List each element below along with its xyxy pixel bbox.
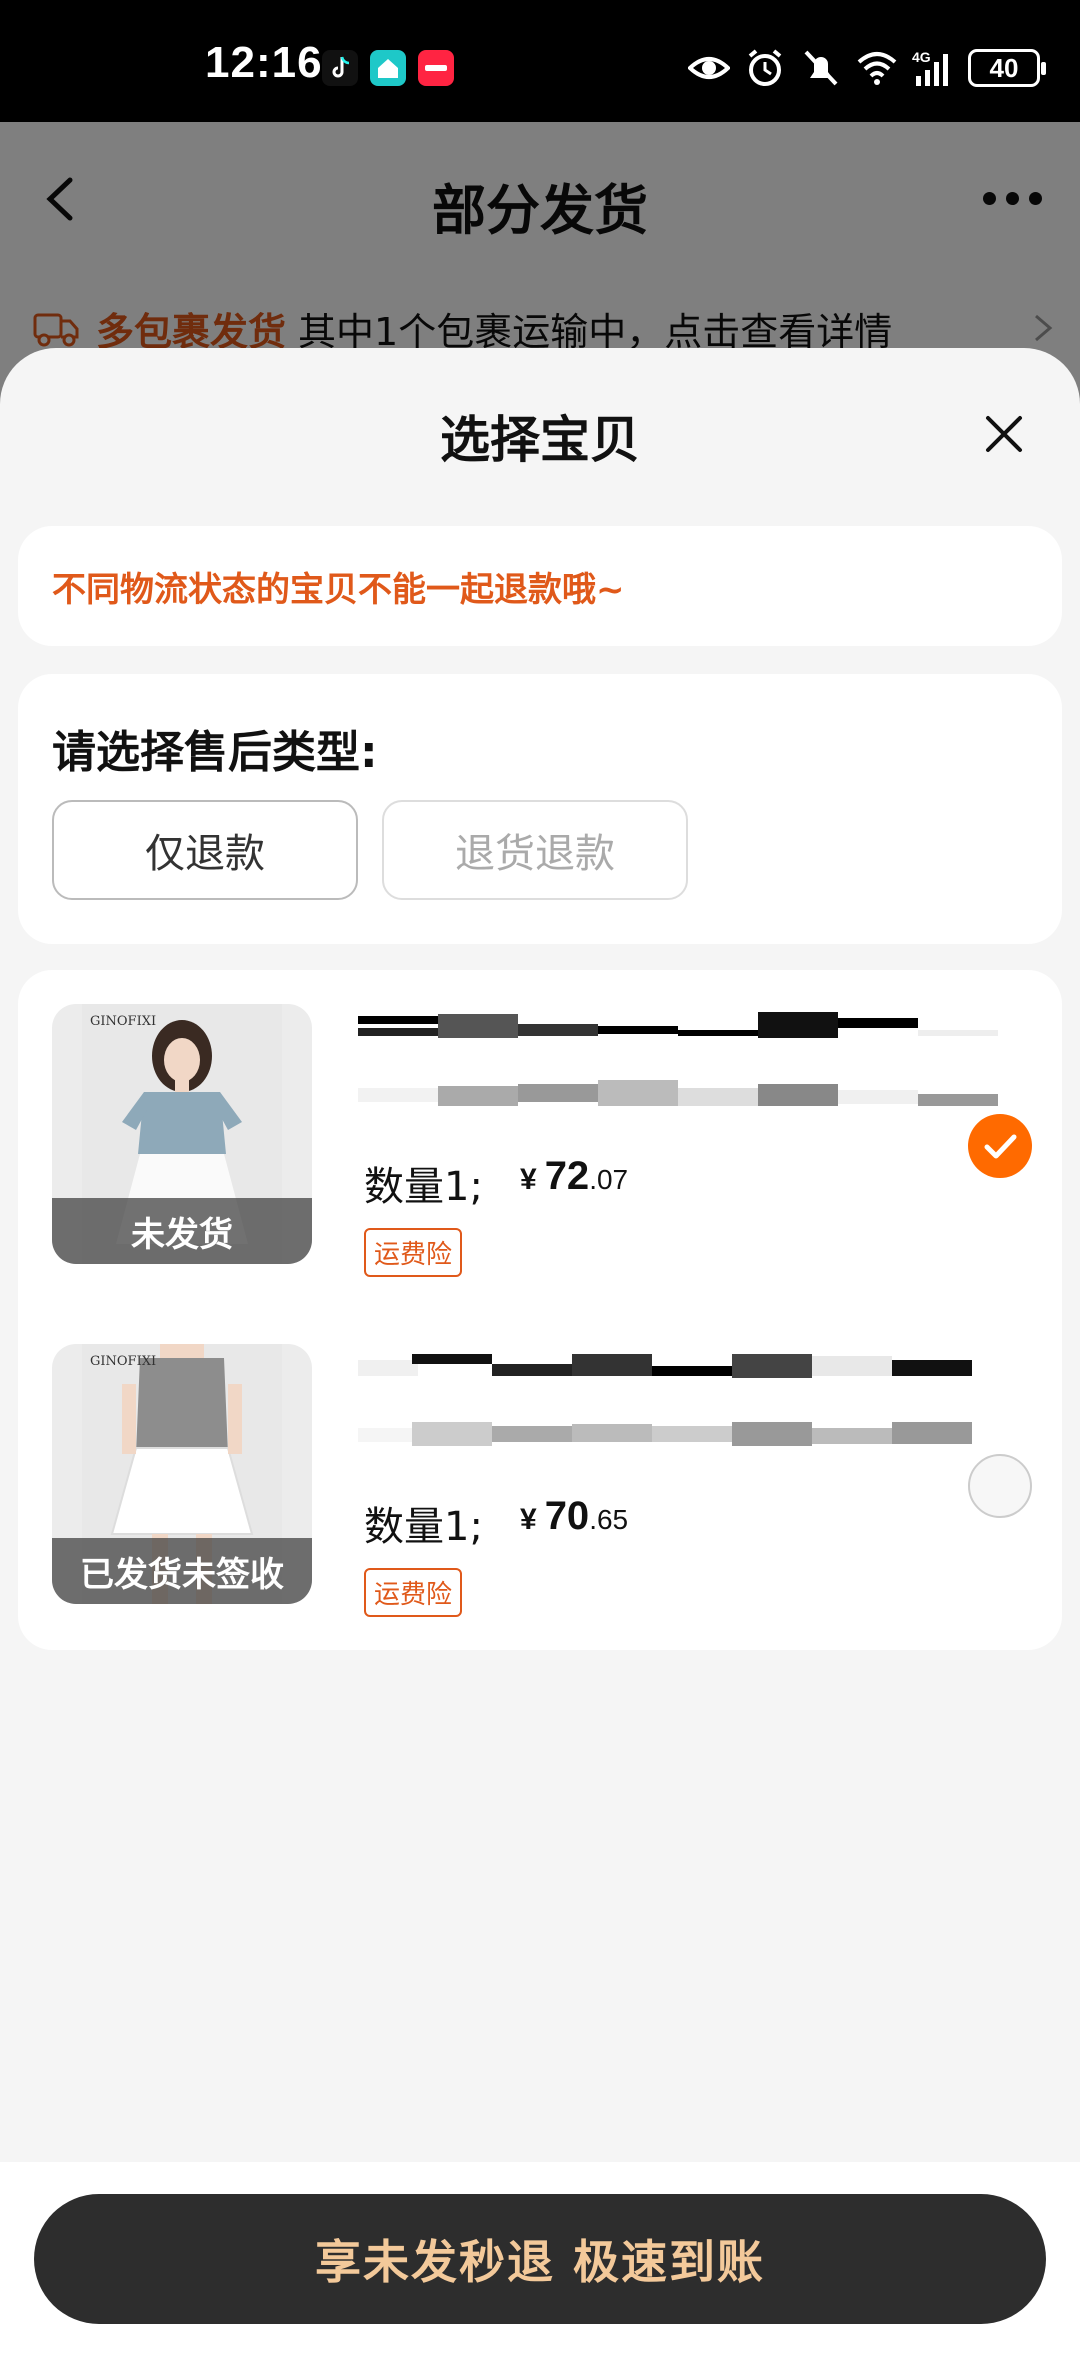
warning-text: 不同物流状态的宝贝不能一起退款哦~ <box>52 570 625 610</box>
price: ¥72.07 <box>520 1154 628 1199</box>
signal-4g-icon: 4G <box>912 49 948 86</box>
confirm-refund-button[interactable]: 享未发秒退 极速到账 <box>34 2194 1046 2324</box>
shipping-status-label: 已发货未签收 <box>52 1538 312 1604</box>
svg-text:4G: 4G <box>912 49 931 65</box>
select-item-sheet: 选择宝贝 不同物流状态的宝贝不能一起退款哦~ 请选择售后类型: 仅退款 退货退款 <box>0 348 1080 2376</box>
product-image: GINOFIXI 未发货 <box>52 1004 312 1264</box>
refund-only-button[interactable]: 仅退款 <box>52 800 358 900</box>
price: ¥70.65 <box>520 1494 628 1539</box>
shipping-status-label: 未发货 <box>52 1198 312 1264</box>
price-decimal: .65 <box>589 1504 629 1535</box>
brand-logo: GINOFIXI <box>90 1354 157 1369</box>
checkmark-icon <box>984 1134 1017 1159</box>
price-integer: 72 <box>544 1154 590 1198</box>
price-integer: 70 <box>544 1494 590 1538</box>
eye-icon <box>688 57 730 79</box>
brand-logo: GINOFIXI <box>90 1014 157 1029</box>
product-subtitle-blurred <box>358 1080 998 1106</box>
product-image: GINOFIXI 已发货未签收 <box>52 1344 312 1604</box>
items-card: GINOFIXI 未发货 数量1; ¥72.07 运费险 GINOFIXI 已发… <box>18 970 1062 1650</box>
warning-card: 不同物流状态的宝贝不能一起退款哦~ <box>18 526 1062 646</box>
app-icon <box>370 50 406 86</box>
quantity-label: 数量1; <box>364 1164 483 1210</box>
product-subtitle-blurred <box>358 1422 972 1446</box>
product-title-blurred <box>358 1012 998 1038</box>
currency-symbol: ¥ <box>520 1503 537 1536</box>
sheet-title: 选择宝贝 <box>440 411 640 469</box>
close-icon[interactable] <box>982 412 1026 456</box>
product-title-blurred <box>358 1354 972 1378</box>
shipping-insurance-tag: 运费险 <box>364 1228 463 1277</box>
list-item[interactable]: GINOFIXI 未发货 数量1; ¥72.07 运费险 <box>52 1004 1032 1277</box>
return-refund-button[interactable]: 退货退款 <box>382 800 688 900</box>
aftersale-type-card: 请选择售后类型: 仅退款 退货退款 <box>18 674 1062 944</box>
battery-level: 40 <box>989 52 1019 83</box>
status-bar: 12:16 4G 40 <box>0 0 1080 122</box>
currency-symbol: ¥ <box>520 1163 537 1196</box>
quantity-label: 数量1; <box>364 1504 483 1550</box>
mute-icon <box>804 50 838 86</box>
xiaohongshu-icon <box>418 50 454 86</box>
list-item[interactable]: GINOFIXI 已发货未签收 数量1; ¥70.65 运费险 <box>52 1344 1032 1617</box>
item-checkbox-unchecked[interactable] <box>968 1454 1032 1518</box>
alarm-icon <box>748 49 782 86</box>
status-time: 12:16 <box>205 38 323 87</box>
tiktok-icon <box>322 50 358 86</box>
wifi-icon <box>857 52 897 85</box>
battery-icon: 40 <box>968 49 1046 87</box>
bottom-bar: 享未发秒退 极速到账 <box>0 2162 1080 2376</box>
aftersale-type-label: 请选择售后类型: <box>52 727 378 778</box>
item-checkbox-checked[interactable] <box>968 1114 1032 1178</box>
shipping-insurance-tag: 运费险 <box>364 1568 463 1617</box>
price-decimal: .07 <box>589 1164 629 1195</box>
